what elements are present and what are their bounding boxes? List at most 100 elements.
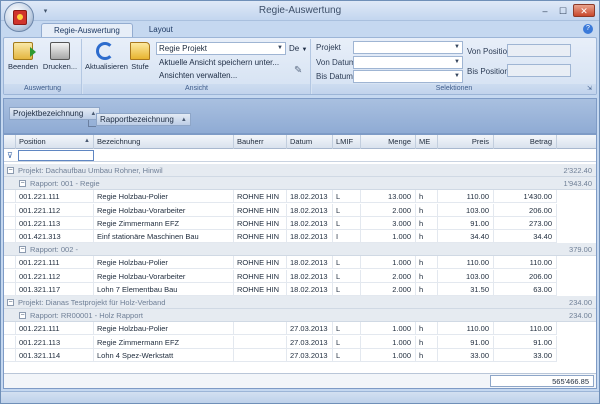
- group-row-projekt[interactable]: − Projekt: Dianas Testprojekt für Holz-Ve…: [4, 296, 596, 310]
- row-indent: [4, 348, 16, 362]
- cell-me: h: [416, 216, 438, 230]
- group-row-rapport[interactable]: − Rapport: 002 - 379.00: [4, 243, 596, 257]
- cell-position: 001.221.113: [16, 335, 94, 349]
- cell-datum: 18.02.2013: [287, 203, 333, 217]
- tab-regie-auswertung[interactable]: Regie-Auswertung: [41, 23, 133, 37]
- table-row[interactable]: 001.221.112 Regie Holzbau-Vorarbeiter ROHN…: [4, 203, 596, 217]
- column-header-betrag[interactable]: Betrag: [494, 135, 557, 149]
- bis-position-field[interactable]: [507, 64, 571, 77]
- filter-icon[interactable]: ⊽: [7, 151, 13, 160]
- minimize-button[interactable]: –: [537, 4, 553, 17]
- cell-preis: 110.00: [438, 322, 494, 336]
- row-indent: [4, 203, 16, 217]
- cell-menge: 2.000: [361, 203, 416, 217]
- cell-lmif: L: [333, 348, 361, 362]
- window-title: Regie-Auswertung: [258, 5, 342, 16]
- cell-preis: 103.00: [438, 269, 494, 283]
- cell-position: 001.221.112: [16, 203, 94, 217]
- status-bar: [1, 391, 599, 403]
- row-indent: [4, 282, 16, 296]
- table-row[interactable]: 001.221.111 Regie Holzbau-Polier ROHNE HIN…: [4, 190, 596, 204]
- chevron-down-icon: ▼: [454, 59, 460, 65]
- cell-bezeichnung: Regie Zimmermann EFZ: [94, 216, 234, 230]
- collapse-icon[interactable]: −: [19, 246, 26, 254]
- drucken-button[interactable]: Drucken...: [42, 42, 78, 80]
- cell-position: 001.221.113: [16, 216, 94, 230]
- table-row[interactable]: 001.321.117 Lohn 7 Elementbau Bau ROHNE HI…: [4, 282, 596, 296]
- title-bar: Regie-Auswertung ▾ – ☐ ✕: [1, 1, 599, 21]
- collapse-icon[interactable]: −: [7, 299, 14, 306]
- cell-lmif: L: [333, 282, 361, 296]
- cell-betrag: 1'430.00: [494, 190, 557, 204]
- save-view-link[interactable]: Aktuelle Ansicht speichern unter...: [159, 58, 279, 67]
- folder-icon: [130, 42, 150, 60]
- maximize-button[interactable]: ☐: [555, 4, 571, 17]
- cell-betrag: 91.00: [494, 335, 557, 349]
- cell-lmif: L: [333, 190, 361, 204]
- cell-lmif: L: [333, 335, 361, 349]
- von-position-field[interactable]: [507, 44, 571, 57]
- column-header-bezeichnung[interactable]: Bezeichnung: [94, 135, 234, 149]
- table-row[interactable]: 001.421.313 Einf stationäre Maschinen Bau…: [4, 230, 596, 243]
- group-label-ansicht: Ansicht: [83, 84, 310, 94]
- cell-lmif: L: [333, 203, 361, 217]
- cell-lmif: L: [333, 256, 361, 270]
- view-select[interactable]: Regie Projekt ▼: [156, 42, 286, 55]
- row-indent: [4, 190, 16, 204]
- column-header-position[interactable]: Position ▲: [16, 135, 94, 149]
- collapse-icon[interactable]: −: [7, 167, 14, 174]
- group-chip-rapportbezeichnung[interactable]: Rapportbezeichnung ▲: [96, 113, 191, 126]
- table-row[interactable]: 001.221.113 Regie Zimmermann EFZ ROHNE HIN…: [4, 216, 596, 230]
- aktualisieren-button[interactable]: Aktualisieren: [85, 42, 128, 80]
- stufe-button[interactable]: Stufe: [127, 42, 153, 80]
- cell-bauherr: ROHNE HIN: [234, 269, 287, 283]
- cell-bauherr: ROHNE HIN: [234, 190, 287, 204]
- cell-position: 001.221.111: [16, 256, 94, 270]
- cell-bauherr: ROHNE HIN: [234, 203, 287, 217]
- quick-access-dropdown-icon[interactable]: ▾: [41, 7, 50, 16]
- collapse-icon[interactable]: −: [19, 180, 26, 188]
- group-row-label: Projekt: Dianas Testprojekt für Holz-Ver…: [18, 298, 166, 307]
- cell-preis: 103.00: [438, 203, 494, 217]
- tab-layout[interactable]: Layout: [137, 23, 185, 37]
- data-grid: Position ▲ Bezeichnung Bauherr Datum LMIF…: [3, 134, 597, 389]
- beenden-button[interactable]: Beenden: [8, 42, 38, 80]
- filter-input[interactable]: [18, 150, 94, 161]
- de-dropdown[interactable]: De ▼: [289, 44, 307, 53]
- cell-bauherr: ROHNE HIN: [234, 216, 287, 230]
- cell-datum: 18.02.2013: [287, 269, 333, 283]
- cell-lmif: L: [333, 269, 361, 283]
- group-row-rapport[interactable]: − Rapport: RR00001 - Holz Rapport 234.00: [4, 309, 596, 323]
- table-row[interactable]: 001.221.111 Regie Holzbau-Polier ROHNE HIN…: [4, 256, 596, 270]
- table-row[interactable]: 001.321.114 Lohn 4 Spez-Werkstatt 27.03.20…: [4, 348, 596, 362]
- column-header-bauherr[interactable]: Bauherr: [234, 135, 287, 149]
- bis-datum-label: Bis Datum: [316, 72, 353, 81]
- table-row[interactable]: 001.221.112 Regie Holzbau-Vorarbeiter ROHN…: [4, 269, 596, 283]
- help-icon[interactable]: ?: [583, 24, 593, 34]
- column-header-me[interactable]: ME: [416, 135, 438, 149]
- cell-bauherr: [234, 322, 287, 336]
- table-row[interactable]: 001.221.111 Regie Holzbau-Polier 27.03.201…: [4, 322, 596, 336]
- column-header-preis[interactable]: Preis: [438, 135, 494, 149]
- dialog-launcher-icon[interactable]: ⇲: [587, 86, 594, 93]
- column-header-datum[interactable]: Datum: [287, 135, 333, 149]
- close-button[interactable]: ✕: [573, 4, 595, 17]
- table-row[interactable]: 001.221.113 Regie Zimmermann EFZ 27.03.201…: [4, 335, 596, 349]
- wrench-icon[interactable]: ✎: [294, 66, 304, 76]
- cell-me: h: [416, 282, 438, 296]
- von-datum-field[interactable]: ▼: [353, 56, 463, 69]
- manage-views-link[interactable]: Ansichten verwalten...: [159, 71, 237, 80]
- projekt-select[interactable]: ▼: [353, 41, 463, 54]
- refresh-icon: [96, 42, 114, 60]
- cell-datum: 18.02.2013: [287, 190, 333, 204]
- column-header-menge[interactable]: Menge: [361, 135, 416, 149]
- group-chip-projektbezeichnung[interactable]: Projektbezeichnung ▲: [9, 107, 101, 120]
- application-menu-button[interactable]: [4, 2, 34, 32]
- group-row-rapport[interactable]: − Rapport: 001 - Regie 1'943.40: [4, 177, 596, 191]
- column-header-lmif[interactable]: LMIF: [333, 135, 361, 149]
- bis-datum-field[interactable]: ▼: [353, 70, 463, 83]
- collapse-icon[interactable]: −: [19, 312, 26, 320]
- cell-preis: 33.00: [438, 348, 494, 362]
- group-row-projekt[interactable]: − Projekt: Dachaufbau Umbau Rohner, Hinwi…: [4, 164, 596, 178]
- cell-betrag: 63.00: [494, 282, 557, 296]
